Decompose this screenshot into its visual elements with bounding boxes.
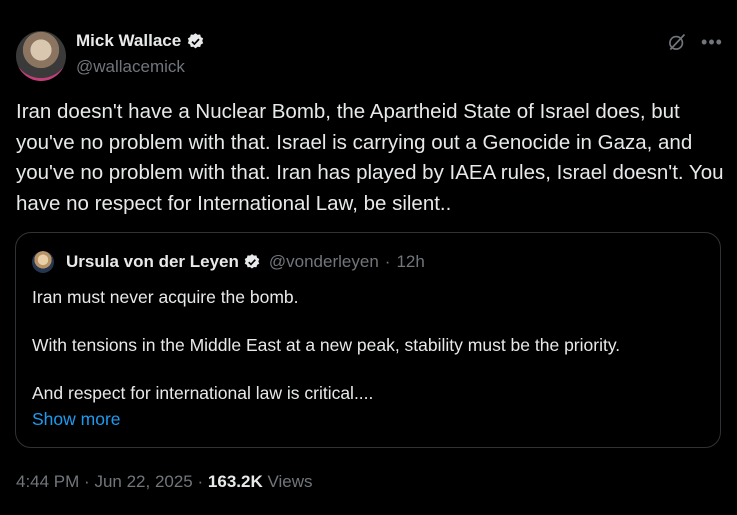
- quoted-author-handle: @vonderleyen: [268, 252, 379, 271]
- verified-badge-icon: [188, 32, 204, 48]
- quoted-paragraph: Iran must never acquire the bomb.: [32, 287, 299, 307]
- show-more-link[interactable]: Show more: [32, 409, 121, 430]
- author-handle[interactable]: @wallacemick: [76, 57, 185, 77]
- footer-separator: ·: [197, 472, 204, 491]
- quoted-author-avatar: [32, 251, 54, 273]
- tweet-text: Iran doesn't have a Nuclear Bomb, the Ap…: [16, 100, 724, 215]
- verified-badge-icon: [244, 254, 260, 269]
- author-avatar[interactable]: [16, 31, 66, 81]
- quoted-tweet[interactable]: Ursula von der Leyen @vonderleyen · 12h …: [15, 232, 721, 448]
- author-name[interactable]: Mick Wallace: [76, 31, 181, 51]
- tweet-footer: 4:44 PM · Jun 22, 2025 · 163.2K Views: [16, 472, 313, 492]
- views-count: 163.2K: [207, 472, 263, 491]
- grok-icon[interactable]: [667, 32, 687, 52]
- quoted-paragraph: And respect for international law is cri…: [32, 383, 374, 403]
- footer-separator: ·: [84, 472, 90, 491]
- quoted-tweet-time: 12h: [396, 252, 425, 271]
- quoted-tweet-header: Ursula von der Leyen @vonderleyen · 12h: [66, 252, 425, 272]
- tweet-time[interactable]: 4:44 PM: [16, 472, 79, 491]
- author-name-row: Mick Wallace: [76, 31, 205, 51]
- quoted-author-name: Ursula von der Leyen: [66, 252, 239, 271]
- tweet: Mick Wallace @wallacemick ••• Iran doesn…: [0, 0, 737, 515]
- views-label: Views: [267, 472, 313, 491]
- meta-separator: ·: [384, 252, 391, 271]
- quoted-tweet-body: Iran must never acquire the bomb. With t…: [32, 285, 708, 405]
- tweet-date[interactable]: Jun 22, 2025: [94, 472, 192, 491]
- more-icon[interactable]: •••: [700, 30, 724, 54]
- quoted-paragraph: With tensions in the Middle East at a ne…: [32, 335, 621, 355]
